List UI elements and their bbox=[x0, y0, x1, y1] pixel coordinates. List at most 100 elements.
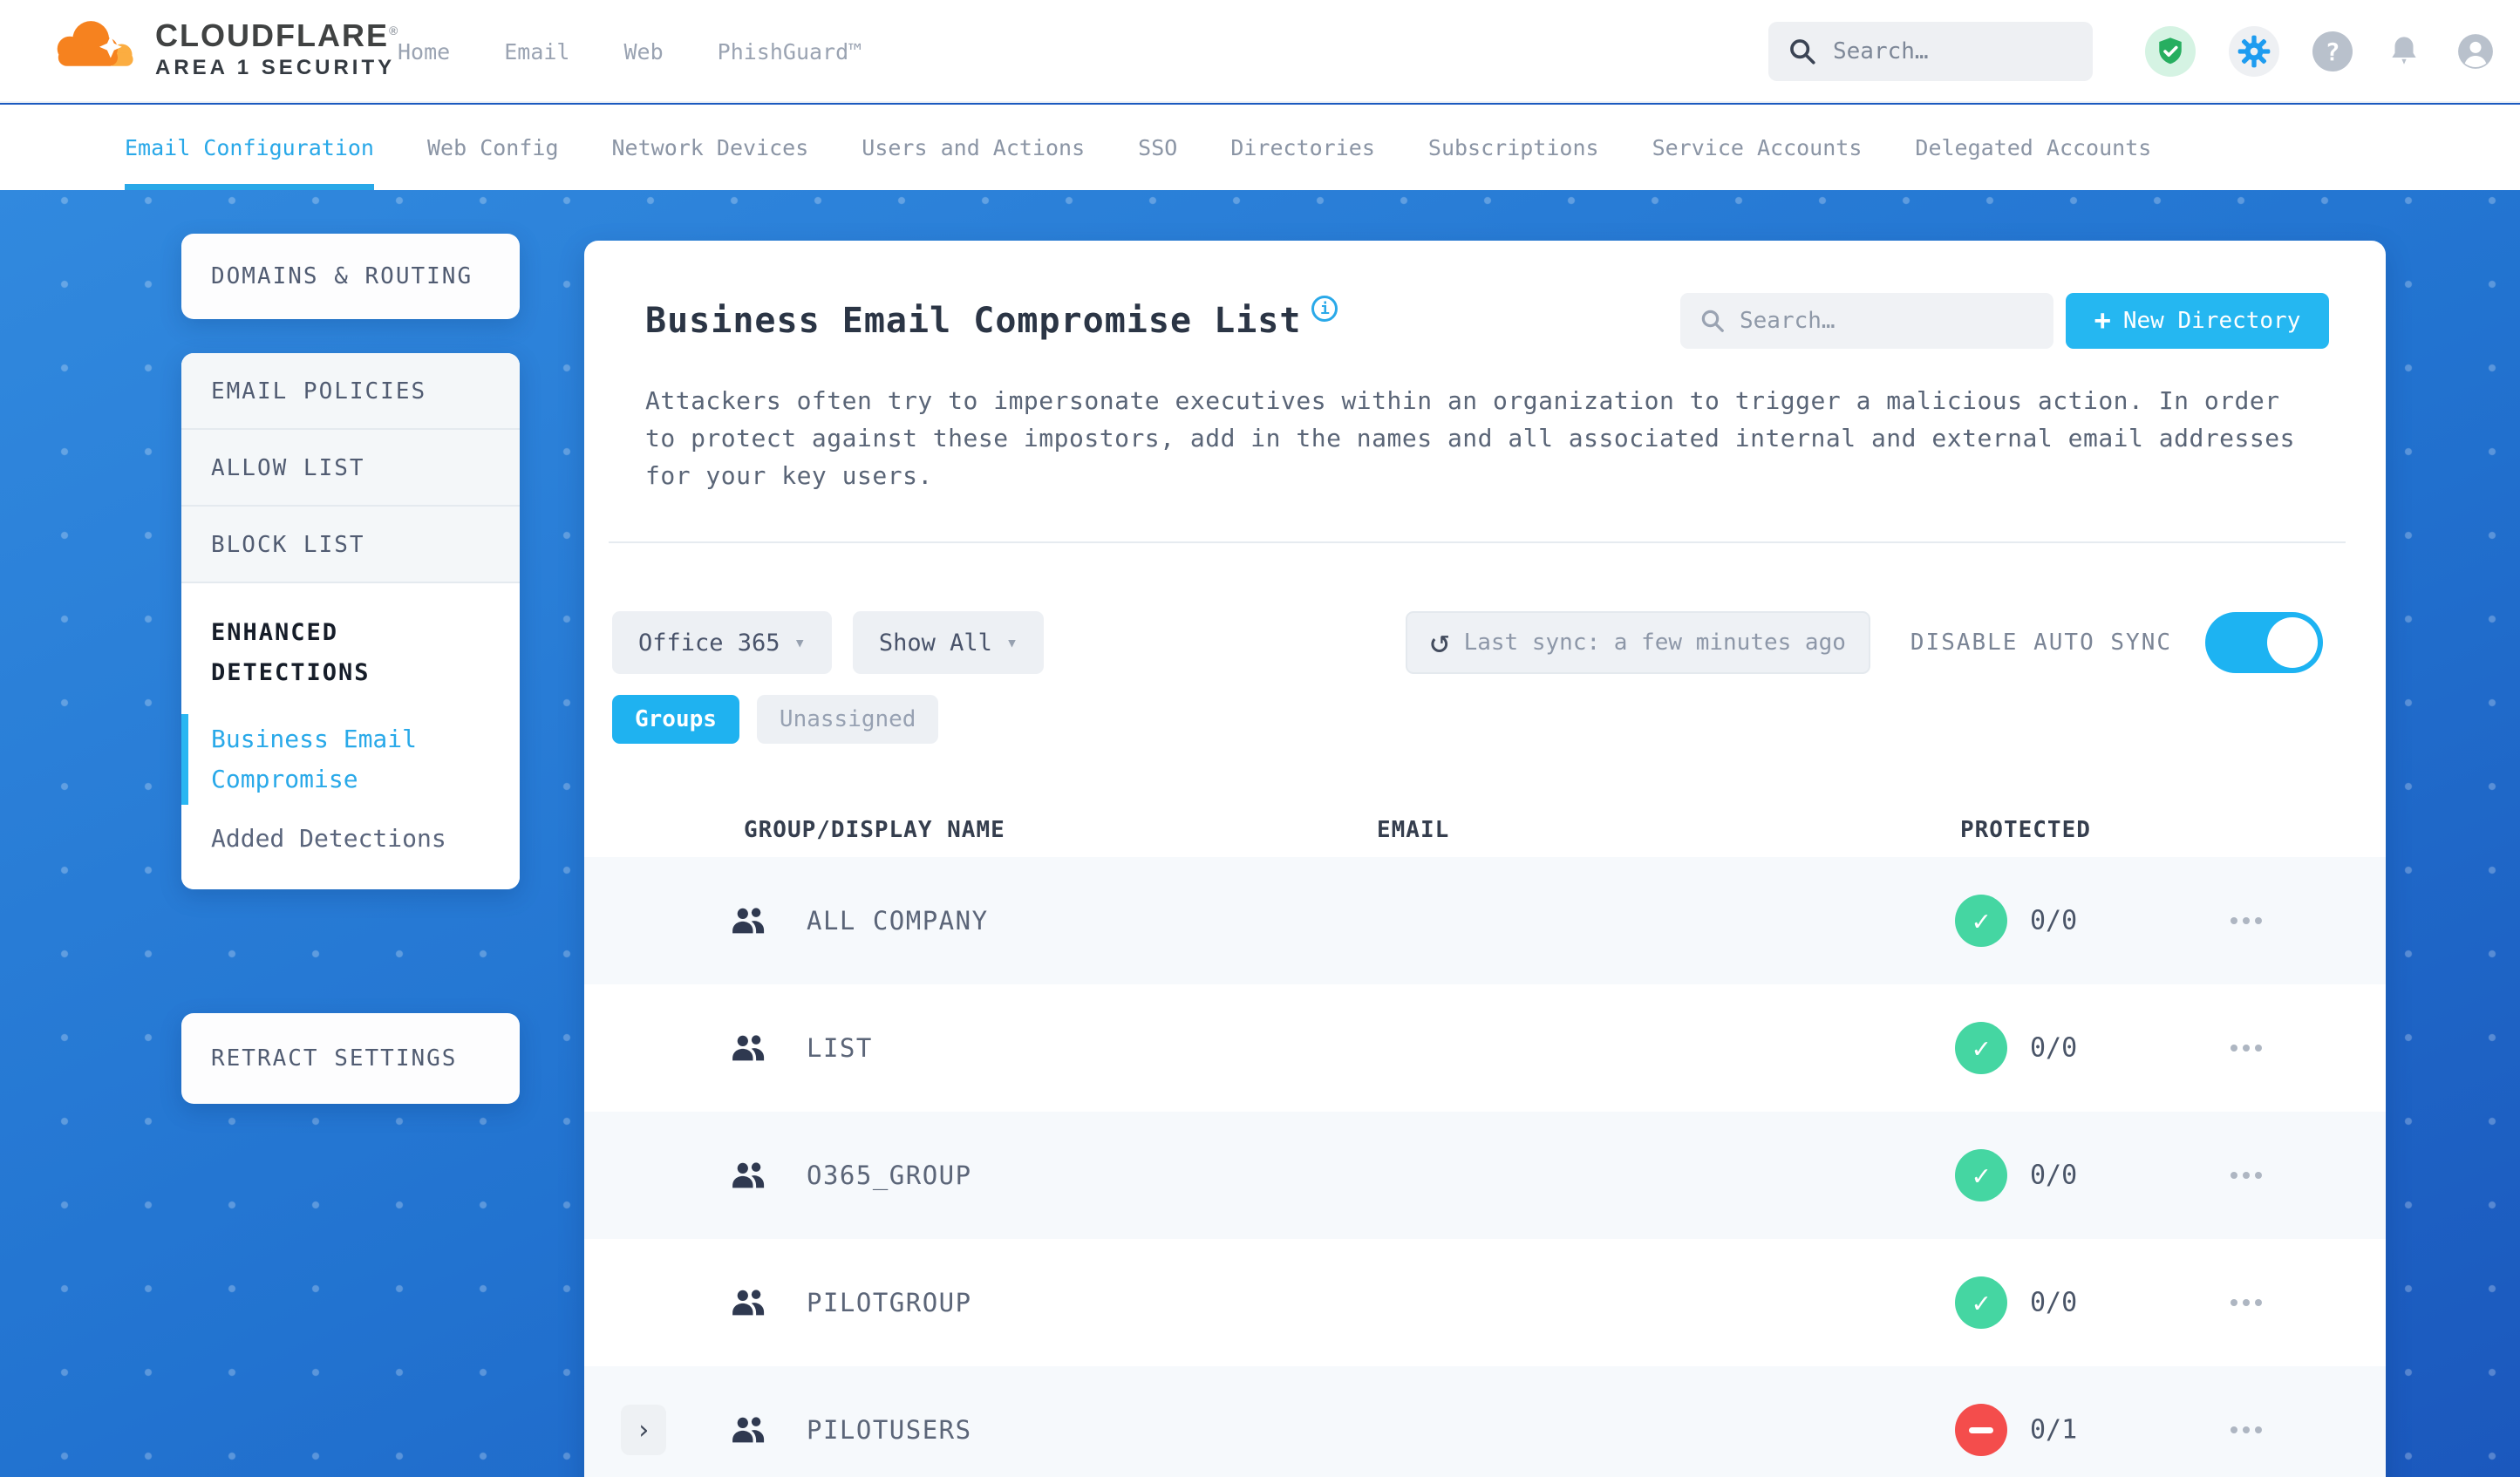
search-icon bbox=[1701, 310, 1724, 332]
primary-nav: Home Email Web PhishGuard™ bbox=[398, 0, 862, 103]
auto-sync-label: DISABLE AUTO SYNC bbox=[1910, 630, 2172, 656]
tab-delegated-accounts[interactable]: Delegated Accounts bbox=[1915, 105, 2151, 190]
global-search-input[interactable] bbox=[1833, 38, 2060, 65]
expand-row-button[interactable]: › bbox=[621, 1405, 666, 1455]
column-header-protected: PROTECTED bbox=[1960, 817, 2091, 843]
tab-subscriptions[interactable]: Subscriptions bbox=[1428, 105, 1599, 190]
gear-icon bbox=[2237, 35, 2271, 68]
toggle-knob bbox=[2267, 617, 2318, 668]
tab-web-config[interactable]: Web Config bbox=[427, 105, 559, 190]
sidebar-section-enhanced-detections: ENHANCED DETECTIONS Business Email Compr… bbox=[181, 583, 520, 889]
group-name: PILOTUSERS bbox=[807, 1415, 972, 1445]
shield-check-icon bbox=[2159, 37, 2182, 65]
brand-name: CLOUDFLARE® bbox=[155, 17, 400, 53]
auto-sync-toggle[interactable] bbox=[2205, 612, 2323, 673]
protected-count: 0/0 bbox=[2030, 1032, 2078, 1064]
column-header-name: GROUP/DISPLAY NAME bbox=[744, 817, 1005, 843]
row-menu-button[interactable] bbox=[2222, 909, 2271, 933]
page-title: Business Email Compromise List bbox=[645, 301, 1302, 341]
nav-home[interactable]: Home bbox=[398, 39, 450, 65]
page-description: Attackers often try to impersonate execu… bbox=[645, 386, 2295, 490]
refresh-icon: ↺ bbox=[1429, 622, 1450, 660]
cloudflare-logo: CLOUDFLARE® AREA 1 SECURITY bbox=[51, 7, 399, 91]
nav-email[interactable]: Email bbox=[504, 39, 569, 65]
new-directory-button[interactable]: + New Directory bbox=[2066, 293, 2329, 349]
protected-count: 0/0 bbox=[2030, 1287, 2078, 1318]
chevron-down-icon: ▾ bbox=[793, 631, 806, 654]
cloudflare-cloud-icon bbox=[57, 21, 133, 66]
group-icon bbox=[732, 1162, 765, 1188]
global-search[interactable] bbox=[1768, 22, 2093, 81]
group-icon bbox=[732, 1035, 765, 1061]
tab-sso[interactable]: SSO bbox=[1138, 105, 1177, 190]
sidebar-item-added-detections[interactable]: Added Detections bbox=[211, 824, 490, 853]
sidebar-policies-card: EMAIL POLICIES ALLOW LIST BLOCK LIST ENH… bbox=[181, 353, 520, 889]
group-icon bbox=[732, 1290, 765, 1316]
tab-service-accounts[interactable]: Service Accounts bbox=[1652, 105, 1863, 190]
top-header: CLOUDFLARE® AREA 1 SECURITY Home Email W… bbox=[0, 0, 2520, 103]
last-sync-button[interactable]: ↺ Last sync: a few minutes ago bbox=[1405, 611, 1870, 674]
protected-check-badge: ✓ bbox=[1955, 1276, 2007, 1329]
security-status-button[interactable] bbox=[2145, 26, 2196, 77]
group-name: ALL COMPANY bbox=[807, 906, 989, 936]
group-icon bbox=[732, 908, 765, 934]
chevron-down-icon: ▾ bbox=[1005, 631, 1018, 654]
protected-check-badge: ✓ bbox=[1955, 1149, 2007, 1201]
group-name: LIST bbox=[807, 1033, 873, 1063]
table-row: PILOTGROUP ✓ 0/0 bbox=[584, 1239, 2386, 1366]
sidebar-item-domains-routing[interactable]: DOMAINS & ROUTING bbox=[181, 234, 520, 319]
last-sync-text: Last sync: a few minutes ago bbox=[1463, 630, 1846, 656]
tab-directories[interactable]: Directories bbox=[1230, 105, 1375, 190]
brand-subtitle: AREA 1 SECURITY bbox=[155, 56, 396, 79]
group-icon bbox=[732, 1417, 765, 1443]
row-menu-button[interactable] bbox=[2222, 1418, 2271, 1442]
tab-users-and-actions[interactable]: Users and Actions bbox=[862, 105, 1085, 190]
sidebar-item-allow-list[interactable]: ALLOW LIST bbox=[181, 430, 520, 507]
sidebar-item-retract-settings[interactable]: RETRACT SETTINGS bbox=[181, 1013, 520, 1104]
nav-phishguard[interactable]: PhishGuard™ bbox=[718, 39, 862, 65]
tab-email-configuration[interactable]: Email Configuration bbox=[125, 105, 374, 190]
protected-count: 0/1 bbox=[2030, 1414, 2078, 1446]
plus-icon: + bbox=[2094, 303, 2111, 337]
tab-groups[interactable]: Groups bbox=[612, 695, 739, 744]
row-menu-button[interactable] bbox=[2222, 1036, 2271, 1060]
page-background: DOMAINS & ROUTING EMAIL POLICIES ALLOW L… bbox=[0, 190, 2520, 1477]
table-row: › PILOTUSERS 0/1 bbox=[584, 1366, 2386, 1477]
tab-unassigned[interactable]: Unassigned bbox=[756, 695, 939, 744]
directory-search[interactable] bbox=[1680, 293, 2053, 349]
unprotected-badge bbox=[1955, 1404, 2007, 1456]
sidebar-item-email-policies[interactable]: EMAIL POLICIES bbox=[181, 353, 520, 430]
connector-dropdown[interactable]: Office 365 ▾ bbox=[612, 611, 832, 674]
config-tabs: Email Configuration Web Config Network D… bbox=[0, 105, 2520, 190]
sidebar-item-business-email-compromise[interactable]: Business Email Compromise bbox=[181, 714, 455, 805]
bec-list-panel: Business Email Compromise List i + New D… bbox=[584, 241, 2386, 1477]
active-indicator-bar bbox=[181, 714, 188, 805]
search-icon bbox=[1790, 39, 1815, 65]
notifications-bell-icon[interactable] bbox=[2386, 33, 2422, 70]
info-icon[interactable]: i bbox=[1311, 296, 1338, 322]
table-row: ALL COMPANY ✓ 0/0 bbox=[584, 857, 2386, 984]
sidebar-item-block-list[interactable]: BLOCK LIST bbox=[181, 507, 520, 583]
account-avatar-icon[interactable] bbox=[2455, 31, 2496, 71]
row-menu-button[interactable] bbox=[2222, 1163, 2271, 1188]
enhanced-detections-label[interactable]: ENHANCED DETECTIONS bbox=[211, 613, 438, 693]
group-name: PILOTGROUP bbox=[807, 1288, 972, 1317]
nav-web[interactable]: Web bbox=[623, 39, 663, 65]
header-actions: ? bbox=[1768, 0, 2496, 103]
settings-button[interactable] bbox=[2229, 26, 2279, 77]
help-button[interactable]: ? bbox=[2312, 31, 2353, 71]
section-divider bbox=[609, 541, 2346, 543]
protected-check-badge: ✓ bbox=[1955, 1022, 2007, 1074]
table-row: LIST ✓ 0/0 bbox=[584, 984, 2386, 1112]
row-menu-button[interactable] bbox=[2222, 1290, 2271, 1315]
protected-count: 0/0 bbox=[2030, 1160, 2078, 1191]
table-header: GROUP/DISPLAY NAME EMAIL PROTECTED bbox=[584, 805, 2386, 857]
directory-search-input[interactable] bbox=[1740, 308, 2001, 334]
filter-dropdown[interactable]: Show All ▾ bbox=[852, 611, 1045, 674]
table-row: O365_GROUP ✓ 0/0 bbox=[584, 1112, 2386, 1239]
tab-network-devices[interactable]: Network Devices bbox=[612, 105, 809, 190]
protected-count: 0/0 bbox=[2030, 905, 2078, 936]
group-name: O365_GROUP bbox=[807, 1160, 972, 1190]
protected-check-badge: ✓ bbox=[1955, 895, 2007, 947]
minus-icon bbox=[1969, 1426, 1993, 1433]
